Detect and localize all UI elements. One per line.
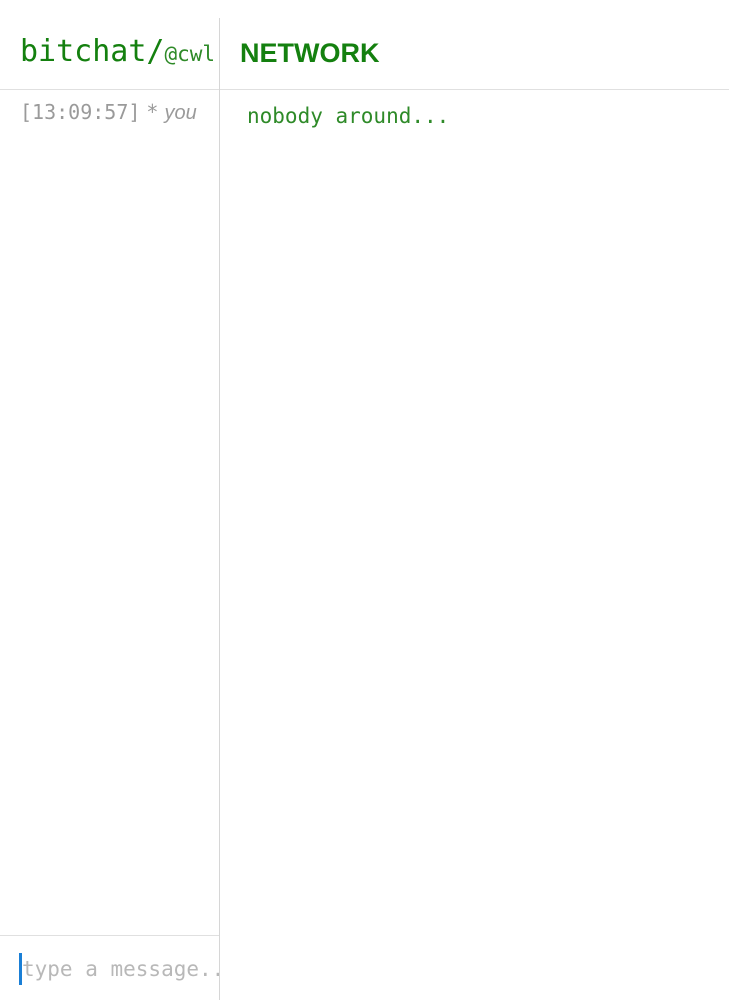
app-name: bitchat/ [20, 34, 165, 69]
network-header: NETWORK [220, 0, 729, 90]
nickname-field[interactable]: @cwl [165, 42, 216, 66]
chat-pane: bitchat/@cwl [13:09:57] * you [0, 0, 219, 1000]
network-sidebar: NETWORK nobody around... [220, 0, 729, 1000]
message-list[interactable]: [13:09:57] * you [0, 90, 219, 935]
network-title: NETWORK [240, 38, 380, 68]
system-message-marker: * [146, 100, 159, 124]
system-message: [13:09:57] * you [20, 100, 197, 125]
system-message-text: you [164, 102, 197, 124]
app-title[interactable]: bitchat/@cwl [20, 34, 215, 69]
message-composer [0, 935, 219, 1000]
message-timestamp: [13:09:57] [20, 100, 141, 124]
message-input[interactable] [22, 950, 219, 988]
bitchat-app: bitchat/@cwl [13:09:57]*you NETWORK nobo… [0, 0, 729, 1000]
chat-header: bitchat/@cwl [0, 0, 219, 90]
peer-list-empty-state: nobody around... [247, 104, 450, 128]
